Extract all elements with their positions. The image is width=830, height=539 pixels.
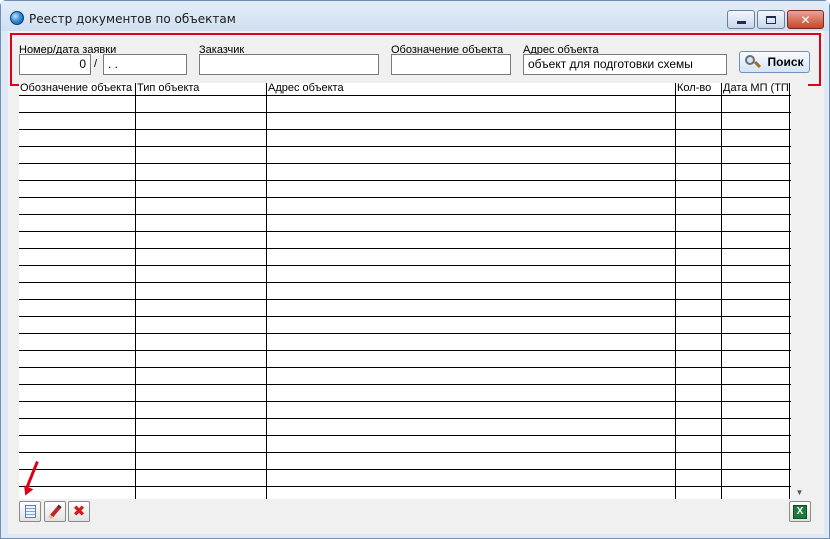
table-row[interactable] <box>19 486 791 487</box>
column-header-date[interactable]: Дата МП (ТП) <box>722 83 790 95</box>
delete-button[interactable]: ✖ <box>68 501 90 522</box>
table-row[interactable] <box>19 248 791 249</box>
customer-input[interactable] <box>199 54 379 75</box>
title-bar[interactable]: Реестр документов по объектам ✕ <box>1 1 829 31</box>
table-row[interactable] <box>19 384 791 385</box>
request-number-input[interactable]: 0 <box>19 54 91 75</box>
table-row[interactable] <box>19 350 791 351</box>
new-document-button[interactable] <box>19 501 41 522</box>
request-separator: / <box>94 58 98 70</box>
table-row[interactable] <box>19 180 791 181</box>
table-row[interactable] <box>19 316 791 317</box>
column-header-address[interactable]: Адрес объекта <box>267 83 675 95</box>
close-button[interactable]: ✕ <box>787 10 824 29</box>
magnifier-icon <box>745 55 762 69</box>
search-button-label: Поиск <box>767 55 804 69</box>
column-header-type[interactable]: Тип объекта <box>136 83 266 95</box>
table-row[interactable] <box>19 129 791 130</box>
table-row[interactable] <box>19 197 791 198</box>
minimize-button[interactable] <box>727 10 755 29</box>
vertical-scrollbar[interactable]: ▼ <box>791 83 808 499</box>
table-row[interactable] <box>19 469 791 470</box>
export-excel-button[interactable]: X <box>789 501 811 522</box>
table-row[interactable] <box>19 299 791 300</box>
document-icon <box>24 505 36 518</box>
table-row[interactable] <box>19 282 791 283</box>
column-header-count[interactable]: Кол-во <box>676 83 721 95</box>
edit-button[interactable] <box>44 501 66 522</box>
table-row[interactable] <box>19 163 791 164</box>
main-window: Реестр документов по объектам ✕ Номер/да… <box>0 0 830 539</box>
table-row[interactable] <box>19 112 791 113</box>
documents-table[interactable]: Обозначение объекта Тип объекта Адрес об… <box>19 83 791 499</box>
minimize-icon <box>736 21 746 24</box>
table-row[interactable] <box>19 452 791 453</box>
table-row[interactable] <box>19 265 791 266</box>
table-row[interactable] <box>19 146 791 147</box>
close-icon: ✕ <box>800 12 811 27</box>
maximize-icon <box>766 15 776 24</box>
table-row[interactable] <box>19 367 791 368</box>
table-row[interactable] <box>19 95 791 96</box>
table-row[interactable] <box>19 435 791 436</box>
maximize-button[interactable] <box>757 10 785 29</box>
table-row[interactable] <box>19 333 791 334</box>
pencil-icon <box>48 504 62 519</box>
table-row[interactable] <box>19 418 791 419</box>
search-button[interactable]: Поиск <box>739 51 810 73</box>
scroll-down-icon[interactable]: ▼ <box>791 485 808 499</box>
address-input[interactable]: объект для подготовки схемы <box>523 54 727 75</box>
client-area: Номер/дата заявки 0 / . . Заказчик Обозн… <box>8 31 824 534</box>
column-header-designation[interactable]: Обозначение объекта <box>19 83 135 95</box>
table-row[interactable] <box>19 401 791 402</box>
delete-icon: ✖ <box>72 503 86 520</box>
excel-icon: X <box>793 504 807 519</box>
window-title: Реестр документов по объектам <box>29 12 236 26</box>
app-globe-icon <box>10 11 24 25</box>
designation-input[interactable] <box>391 54 511 75</box>
table-row[interactable] <box>19 231 791 232</box>
table-row[interactable] <box>19 214 791 215</box>
request-date-input[interactable]: . . <box>103 54 187 75</box>
